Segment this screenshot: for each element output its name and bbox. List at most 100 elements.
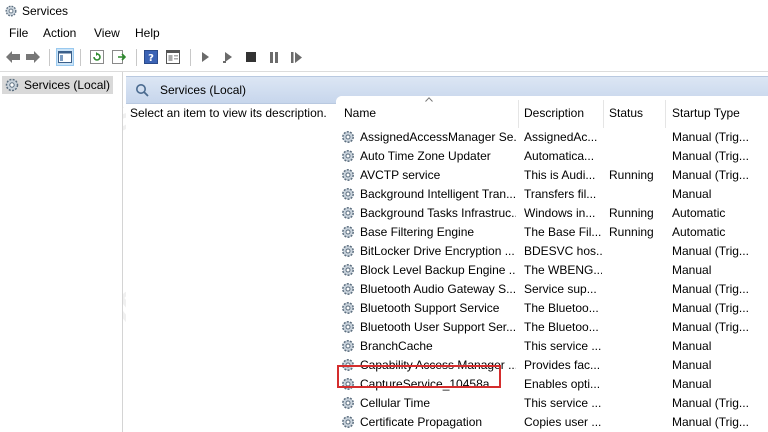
- service-description: AssignedAc...: [524, 130, 598, 144]
- service-gear-icon: [340, 148, 356, 164]
- service-startup-type: Manual (Trig...: [672, 396, 749, 410]
- service-name: Certificate Propagation: [360, 415, 483, 429]
- service-startup-type: Manual (Trig...: [672, 301, 749, 315]
- column-divider[interactable]: [665, 100, 666, 128]
- column-header-description[interactable]: Description: [524, 106, 584, 120]
- service-startup-type: Manual (Trig...: [672, 244, 749, 258]
- table-row[interactable]: Bluetooth Support Service The Bluetoo... M…: [336, 299, 768, 318]
- start-service-params-button[interactable]: [219, 48, 237, 66]
- start-service-button[interactable]: [196, 48, 214, 66]
- service-name: Bluetooth Audio Gateway S...: [360, 282, 516, 296]
- restart-service-button[interactable]: [288, 48, 306, 66]
- console-tree-icon: [58, 51, 72, 63]
- service-description: The Bluetoo...: [524, 301, 599, 315]
- table-row[interactable]: AssignedAccessManager Se... AssignedAc...…: [336, 128, 768, 147]
- highlight-box: [337, 365, 501, 388]
- pause-icon: [270, 51, 278, 63]
- pause-service-button[interactable]: [265, 48, 283, 66]
- service-name: AssignedAccessManager Se...: [360, 130, 516, 144]
- service-startup-type: Manual (Trig...: [672, 320, 749, 334]
- service-gear-icon: [340, 129, 356, 145]
- export-list-button[interactable]: [110, 48, 128, 66]
- service-description: Copies user ...: [524, 415, 602, 429]
- service-description: This service ...: [524, 396, 602, 410]
- forward-button[interactable]: [24, 48, 42, 66]
- help-icon: ?: [144, 50, 158, 64]
- services-gear-icon: [5, 5, 17, 17]
- service-name: Bluetooth User Support Ser...: [360, 320, 516, 334]
- menu-help[interactable]: Help: [135, 26, 160, 40]
- table-row[interactable]: BitLocker Drive Encryption ... BDESVC hos…: [336, 242, 768, 261]
- sort-ascending-icon: [425, 97, 433, 102]
- svg-text:?: ?: [148, 53, 154, 64]
- back-button[interactable]: [4, 48, 22, 66]
- service-description: Provides fac...: [524, 358, 601, 372]
- service-name: BitLocker Drive Encryption ...: [360, 244, 515, 258]
- service-startup-type: Manual (Trig...: [672, 282, 749, 296]
- service-gear-icon: [340, 338, 356, 354]
- service-description: The Bluetoo...: [524, 320, 599, 334]
- properties-button[interactable]: [164, 48, 182, 66]
- service-gear-icon: [340, 414, 356, 430]
- toolbar-separator: [49, 49, 50, 66]
- service-startup-type: Manual: [672, 377, 712, 391]
- menu-action[interactable]: Action: [43, 26, 76, 40]
- service-startup-type: Manual: [672, 339, 712, 353]
- menu-view[interactable]: View: [94, 26, 120, 40]
- details-pane: Services (Local) Select an item to view …: [126, 72, 768, 432]
- play-params-icon: [223, 52, 232, 63]
- column-divider[interactable]: [518, 100, 519, 128]
- table-row[interactable]: Cellular Time This service ... Manual (Tri…: [336, 394, 768, 413]
- table-row[interactable]: Background Tasks Infrastruc... Windows in…: [336, 204, 768, 223]
- service-description: Service sup...: [524, 282, 597, 296]
- service-name: BranchCache: [360, 339, 433, 353]
- refresh-icon: [90, 50, 104, 64]
- service-description: This service ...: [524, 339, 602, 353]
- column-header-startup-type[interactable]: Startup Type: [672, 106, 740, 120]
- table-row[interactable]: Background Intelligent Tran... Transfers …: [336, 185, 768, 204]
- stop-icon: [246, 52, 256, 62]
- service-description: BDESVC hos...: [524, 244, 602, 258]
- service-gear-icon: [340, 262, 356, 278]
- service-gear-icon: [340, 243, 356, 259]
- table-row[interactable]: Certificate Propagation Copies user ... Ma…: [336, 413, 768, 432]
- service-name: Bluetooth Support Service: [360, 301, 500, 315]
- table-row[interactable]: Block Level Backup Engine ... The WBENG..…: [336, 261, 768, 280]
- table-row[interactable]: Auto Time Zone Updater Automatica... Manua…: [336, 147, 768, 166]
- service-status: Running: [609, 206, 654, 220]
- table-row[interactable]: Bluetooth User Support Ser... The Bluetoo…: [336, 318, 768, 337]
- service-name: Cellular Time: [360, 396, 431, 410]
- service-startup-type: Manual (Trig...: [672, 415, 749, 429]
- column-header-row: Name Description Status Startup Type: [336, 96, 768, 128]
- toolbar-separator: [80, 49, 81, 66]
- service-name: Base Filtering Engine: [360, 225, 475, 239]
- back-arrow-icon: [6, 51, 20, 63]
- stop-service-button[interactable]: [242, 48, 260, 66]
- table-row[interactable]: Bluetooth Audio Gateway S... Service sup.…: [336, 280, 768, 299]
- refresh-button[interactable]: [88, 48, 106, 66]
- tree-item-services-local[interactable]: Services (Local): [2, 76, 114, 94]
- service-gear-icon: [340, 281, 356, 297]
- service-name: Auto Time Zone Updater: [360, 149, 491, 163]
- menu-file[interactable]: File: [9, 26, 28, 40]
- service-description: The Base Fil...: [524, 225, 602, 239]
- table-row[interactable]: AVCTP service This is Audi... Running Manua…: [336, 166, 768, 185]
- table-row[interactable]: BranchCache This service ... Manual: [336, 337, 768, 356]
- help-button[interactable]: ?: [142, 48, 160, 66]
- properties-icon: [166, 50, 180, 64]
- service-gear-icon: [340, 300, 356, 316]
- column-header-status[interactable]: Status: [609, 106, 643, 120]
- restart-icon: [291, 51, 302, 63]
- column-header-name[interactable]: Name: [344, 106, 376, 120]
- service-gear-icon: [340, 186, 356, 202]
- menu-bar: File Action View Help: [0, 22, 768, 44]
- service-description: Automatica...: [524, 149, 595, 163]
- show-hide-console-tree-button[interactable]: [56, 48, 74, 66]
- table-row[interactable]: Base Filtering Engine The Base Fil... Runn…: [336, 223, 768, 242]
- service-startup-type: Manual (Trig...: [672, 149, 749, 163]
- search-gear-icon: [136, 84, 149, 97]
- toolbar: ?: [0, 44, 768, 72]
- window-title: Services: [22, 4, 69, 18]
- service-description: Transfers fil...: [524, 187, 597, 201]
- column-divider[interactable]: [603, 100, 604, 128]
